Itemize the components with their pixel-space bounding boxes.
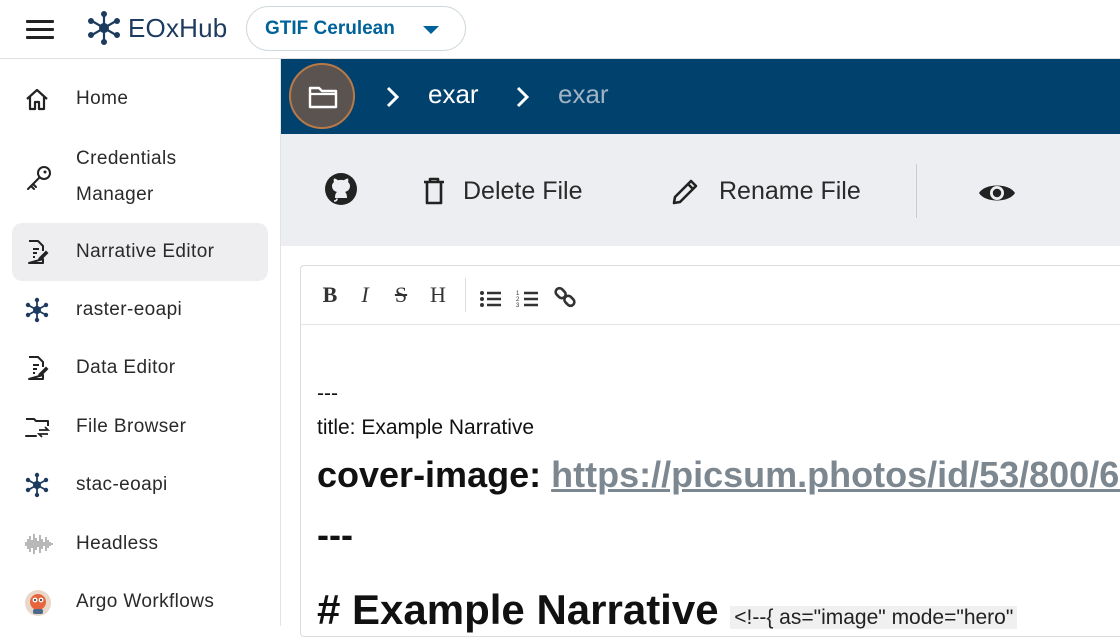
trash-icon [424,177,444,205]
folder-button[interactable] [289,63,355,129]
svg-text:3: 3 [516,303,520,309]
strikethrough-button[interactable]: S [389,282,413,308]
home-icon [26,88,48,111]
sidebar-item-headless[interactable]: Headless [12,515,268,571]
sidebar: Home Credentials Manager Narrative Edito… [0,59,281,626]
delete-file-label: Delete File [463,176,583,205]
workspace-selector[interactable]: GTIF Cerulean [246,6,466,51]
sidebar-item-label: Data Editor [76,357,176,378]
key-icon [27,166,51,190]
breadcrumb: exar exar [281,59,1120,134]
pencil-icon [672,179,698,205]
argo-mascot-icon [25,590,51,616]
delete-file-button[interactable]: Delete File [423,174,583,208]
toolbar-divider [916,164,917,218]
folder-icon [308,86,338,109]
sidebar-item-label: Argo Workflows [76,591,215,612]
brand-logo[interactable]: EOxHub [86,10,227,46]
heading-button[interactable]: H [426,282,450,308]
frontmatter-start: --- [317,382,338,405]
github-button[interactable] [323,172,359,206]
rename-file-button[interactable]: Rename File [671,174,861,208]
network-node-icon [25,297,49,323]
sidebar-item-credentials-manager[interactable]: Credentials Manager [12,141,268,211]
sidebar-item-data-editor[interactable]: Data Editor [12,339,268,395]
sidebar-item-label: Home [76,88,129,109]
link-icon[interactable] [553,284,577,310]
edit-document-icon [28,356,49,380]
sidebar-item-label: Credentials [76,148,177,169]
breadcrumb-current: exar [558,79,609,109]
menu-icon[interactable] [26,18,56,40]
sidebar-item-label: raster-eoapi [76,299,183,320]
cover-image-line: cover-image: https://picsum.photos/id/53… [317,454,1120,496]
file-toolbar: Delete File Rename File [281,134,1120,246]
network-node-icon [25,472,49,498]
markdown-editor: B I S H 123 --- title: Example Narrative… [300,265,1120,637]
sidebar-item-label: Narrative Editor [76,241,215,262]
chevron-down-icon [423,26,439,34]
top-bar: EOxHub GTIF Cerulean [0,0,1120,59]
sidebar-item-label: stac-eoapi [76,474,168,495]
frontmatter-end: --- [317,514,353,555]
folder-sync-icon [25,418,50,438]
chevron-right-icon [386,86,400,108]
cover-image-key: cover-image: [317,454,542,495]
sidebar-item-home[interactable]: Home [12,71,268,127]
waveform-icon [25,534,53,554]
editor-toolbar: B I S H 123 [301,266,1120,325]
preview-button[interactable] [978,176,1016,210]
breadcrumb-item[interactable]: exar [428,79,479,110]
eoxhub-logo-icon [88,11,120,45]
sidebar-item-file-browser[interactable]: File Browser [12,398,268,454]
github-icon [325,173,357,205]
cover-image-link[interactable]: https://picsum.photos/id/53/800/600 [551,454,1120,495]
bulleted-list-icon[interactable] [479,286,503,312]
numbered-list-icon[interactable]: 123 [516,286,540,312]
italic-button[interactable]: I [353,282,377,308]
workspace-label: GTIF Cerulean [265,17,395,39]
rename-file-label: Rename File [719,176,861,205]
sidebar-item-label-line2: Manager [76,184,154,205]
sidebar-item-narrative-editor[interactable]: Narrative Editor [12,223,268,281]
editor-toolbar-divider [465,278,466,312]
frontmatter-title: title: Example Narrative [317,416,535,439]
brand-name: EOxHub [128,12,228,43]
sidebar-item-label: File Browser [76,416,187,437]
sidebar-item-argo-workflows[interactable]: Argo Workflows [12,573,268,629]
sidebar-item-raster-eoapi[interactable]: raster-eoapi [12,281,268,337]
narrative-heading-line: # Example Narrative <!--{ as="image" mod… [317,586,1018,634]
bold-button[interactable]: B [318,282,342,308]
edit-document-icon [28,240,49,264]
sidebar-item-stac-eoapi[interactable]: stac-eoapi [12,456,268,512]
sidebar-item-label: Headless [76,533,159,554]
eye-icon [979,185,1015,201]
chevron-right-icon [516,86,530,108]
